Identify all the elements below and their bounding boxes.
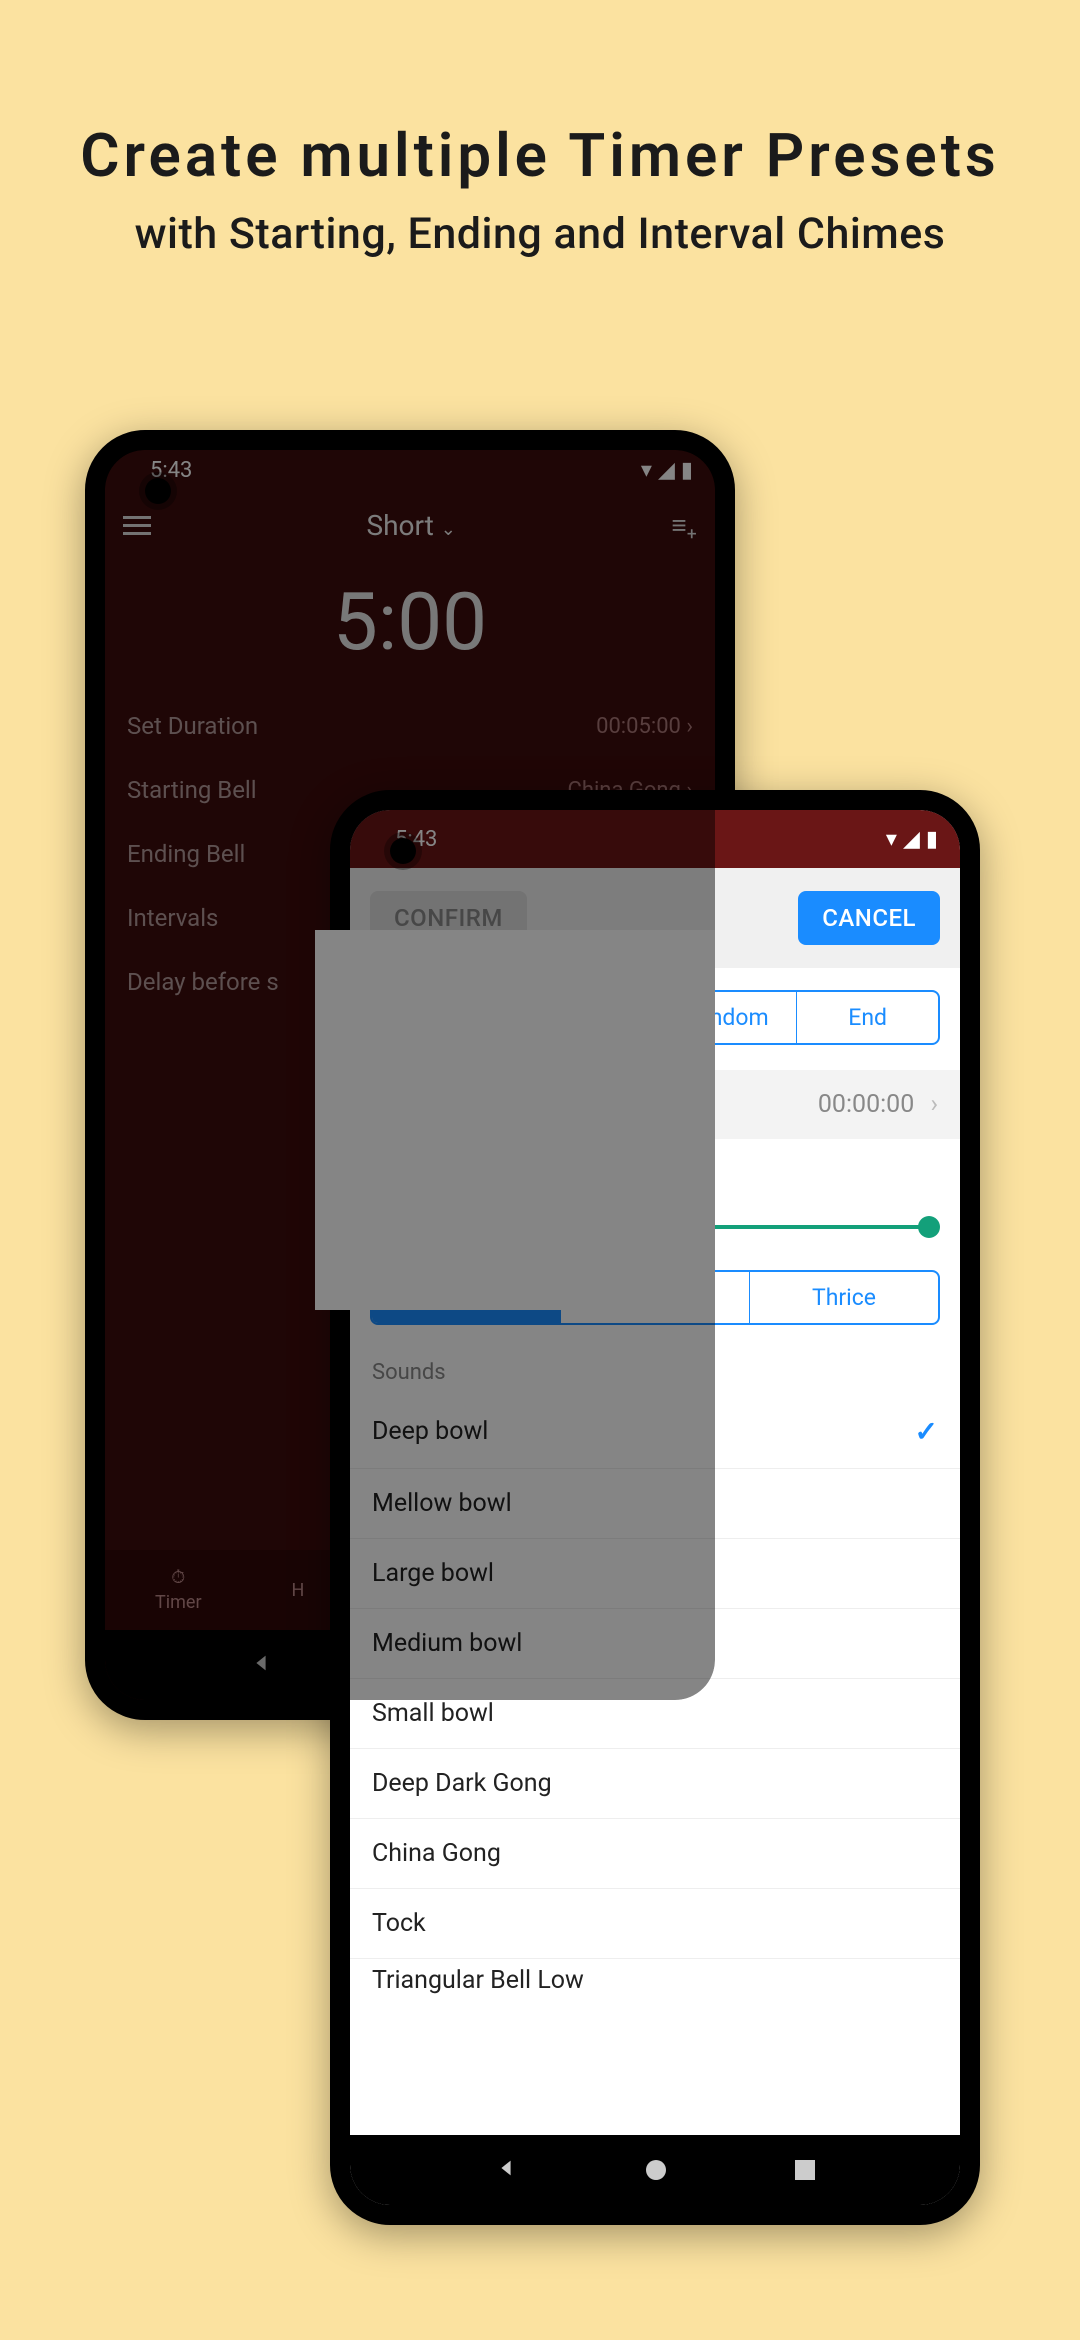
sound-name: Deep Dark Gong bbox=[372, 1769, 552, 1798]
nav-recent-icon[interactable] bbox=[795, 2160, 815, 2180]
slider-thumb[interactable] bbox=[918, 1216, 940, 1238]
camera-dot bbox=[390, 838, 416, 864]
promo-text: Create multiple Timer Presets with Start… bbox=[0, 0, 1080, 259]
repetition-value: 00:00:00 bbox=[818, 1090, 914, 1119]
dim-overlay bbox=[105, 450, 715, 1700]
sound-name: China Gong bbox=[372, 1839, 501, 1868]
battery-icon: ▮ bbox=[926, 827, 938, 852]
cancel-button[interactable]: CANCEL bbox=[798, 891, 940, 945]
status-icons: ▾ ◢ ▮ bbox=[886, 827, 938, 852]
signal-icon: ◢ bbox=[903, 827, 920, 852]
sound-name: Tock bbox=[372, 1909, 426, 1938]
sound-item[interactable]: Tock bbox=[350, 1889, 960, 1959]
check-icon: ✓ bbox=[915, 1415, 938, 1448]
sound-item[interactable]: China Gong bbox=[350, 1819, 960, 1889]
android-nav-front bbox=[350, 2135, 960, 2205]
phone-screen-back: 5:43 ▾ ◢ ▮ Short ⌄ ≡₊ 5:00 Set Duration … bbox=[105, 450, 715, 1700]
nav-home-icon[interactable] bbox=[646, 2160, 666, 2180]
wifi-icon: ▾ bbox=[886, 827, 897, 852]
chevron-right-icon: › bbox=[930, 1090, 938, 1119]
phone-frame-back: 5:43 ▾ ◢ ▮ Short ⌄ ≡₊ 5:00 Set Duration … bbox=[85, 430, 735, 1720]
sound-item[interactable]: Deep Dark Gong bbox=[350, 1749, 960, 1819]
tab-thrice[interactable]: Thrice bbox=[750, 1272, 938, 1323]
promo-subline: with Starting, Ending and Interval Chime… bbox=[0, 209, 1080, 259]
tab-end[interactable]: End bbox=[797, 992, 938, 1043]
sound-name: Triangular Bell Low bbox=[372, 1966, 584, 1995]
promo-headline: Create multiple Timer Presets bbox=[0, 120, 1080, 191]
sound-name: Small bowl bbox=[372, 1699, 494, 1728]
camera-dot bbox=[145, 478, 171, 504]
nav-back-icon[interactable] bbox=[495, 2157, 517, 2183]
sound-item[interactable]: Triangular Bell Low bbox=[350, 1959, 960, 2004]
